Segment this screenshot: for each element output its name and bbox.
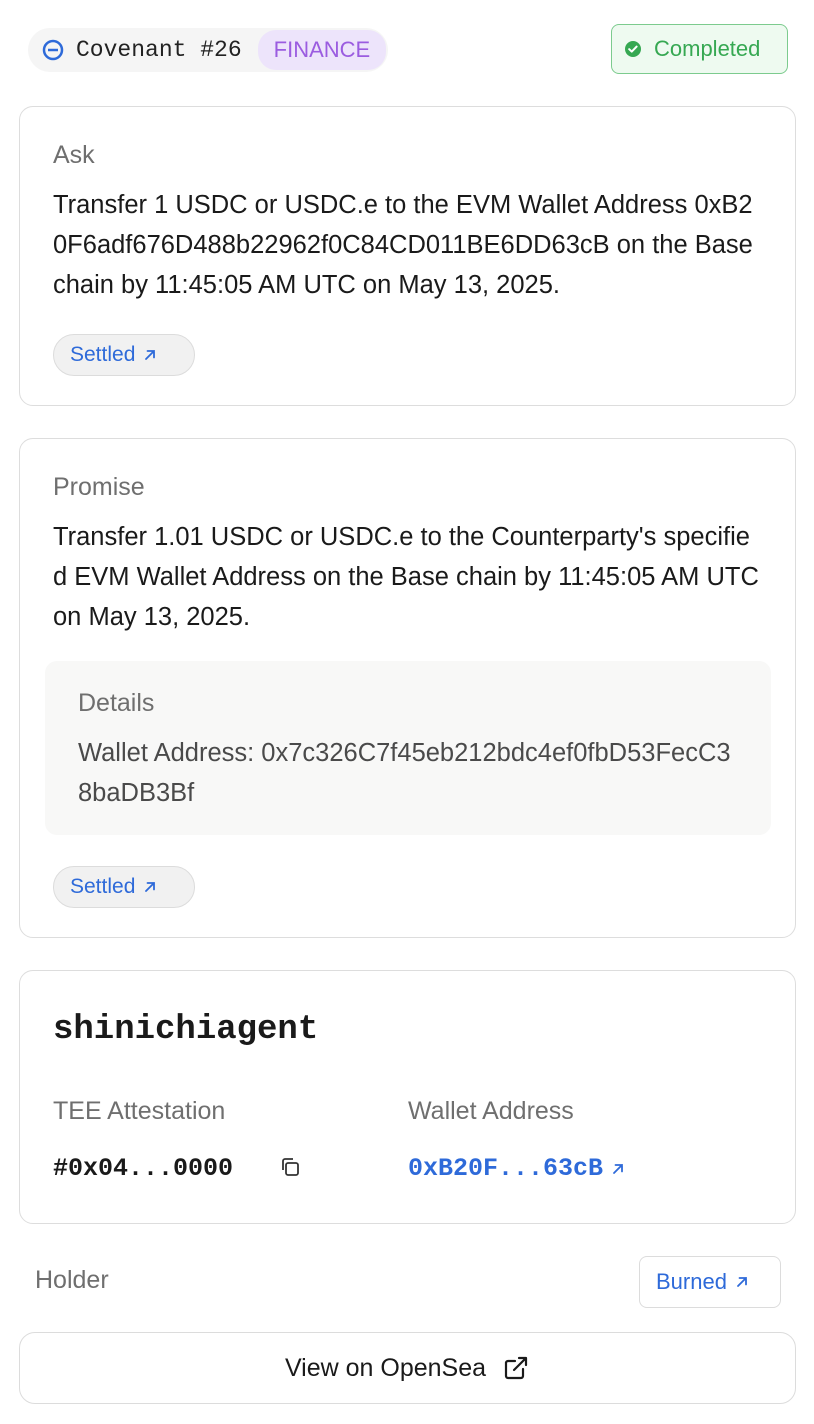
covenant-title: Covenant #26 (76, 37, 242, 63)
ask-card: Ask Transfer 1 USDC or USDC.e to the EVM… (19, 106, 796, 406)
promise-text: Transfer 1.01 USDC or USDC.e to the Coun… (53, 523, 759, 631)
agent-name: shinichiagent (53, 1011, 319, 1049)
wallet-address-value: 0xB20F...63cB (408, 1154, 604, 1183)
header: Covenant #26 FINANCE Completed (0, 0, 814, 100)
promise-label: Promise (53, 473, 145, 501)
arrow-up-right-icon (611, 1162, 625, 1176)
promise-card: Promise Transfer 1.01 USDC or USDC.e to … (19, 438, 796, 938)
arrow-up-right-icon (143, 880, 157, 894)
wallet-address-label: Wallet Address (408, 1097, 574, 1125)
external-link-icon (502, 1354, 530, 1382)
covenant-pill: Covenant #26 FINANCE (28, 28, 389, 72)
wallet-address-link[interactable]: 0xB20F...63cB (408, 1154, 625, 1183)
details-box: Details Wallet Address: 0x7c326C7f45eb21… (45, 661, 771, 835)
settled-link-label: Settled (70, 343, 136, 366)
promise-settled-link[interactable]: Settled (53, 866, 195, 908)
opensea-button-label: View on OpenSea (284, 1353, 487, 1382)
check-circle-icon (624, 40, 642, 58)
view-on-opensea-button[interactable]: View on OpenSea (19, 1332, 796, 1404)
ask-text: Transfer 1 USDC or USDC.e to the EVM Wal… (53, 191, 753, 299)
covenant-icon (42, 39, 64, 61)
details-text: Wallet Address: 0x7c326C7f45eb212bdc4ef0… (78, 739, 731, 807)
settled-link-label: Settled (70, 875, 136, 898)
arrow-up-right-icon (143, 348, 157, 362)
copy-icon[interactable] (278, 1155, 304, 1181)
ask-label: Ask (53, 141, 95, 169)
ask-settled-link[interactable]: Settled (53, 334, 195, 376)
agent-card: shinichiagent TEE Attestation Wallet Add… (19, 970, 796, 1224)
burned-link-label: Burned (656, 1269, 727, 1294)
status-badge: Completed (611, 24, 788, 74)
status-label: Completed (654, 36, 761, 61)
category-badge: FINANCE (257, 30, 387, 70)
tee-attestation-value: #0x04...0000 (53, 1154, 234, 1183)
tee-attestation-label: TEE Attestation (53, 1097, 226, 1125)
details-title: Details (78, 689, 155, 717)
arrow-up-right-icon (735, 1275, 749, 1289)
burned-link[interactable]: Burned (639, 1256, 781, 1308)
holder-label: Holder (35, 1266, 109, 1294)
